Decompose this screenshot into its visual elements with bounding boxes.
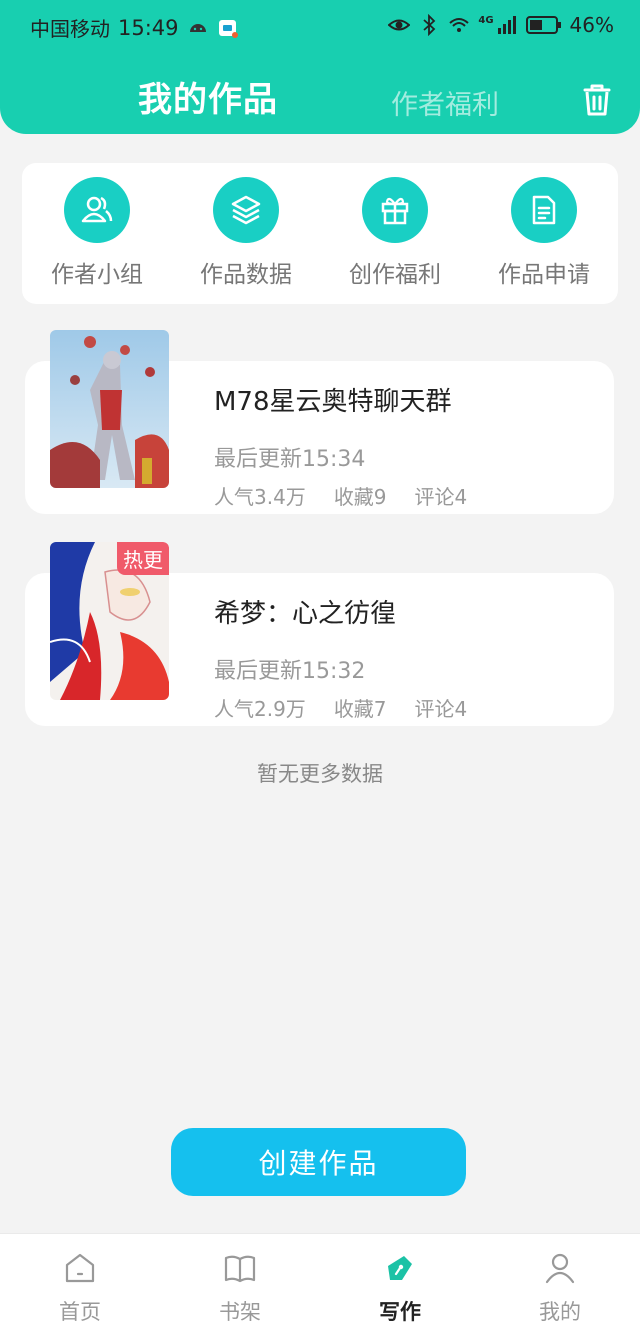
work-popularity: 人气3.4万 xyxy=(214,485,306,509)
work-comments: 评论4 xyxy=(414,697,468,721)
work-title: 希梦：心之彷徨 xyxy=(214,599,397,629)
pen-icon xyxy=(388,1256,412,1280)
trash-icon[interactable] xyxy=(580,82,614,118)
eye-icon xyxy=(388,19,411,31)
signal-icon xyxy=(497,16,516,34)
android-icon xyxy=(189,23,206,32)
quick-action-works-data[interactable]: 作品数据 xyxy=(176,177,316,289)
carrier-label: 中国移动 xyxy=(30,17,110,41)
nav-label: 首页 xyxy=(59,1300,101,1324)
nav-item-writing[interactable]: 写作 xyxy=(320,1250,480,1326)
quick-actions-panel: 作者小组 作品数据 创作福利 作品申请 xyxy=(22,163,618,304)
quick-action-label: 作品申请 xyxy=(498,262,590,288)
quick-action-label: 作品数据 xyxy=(200,262,292,288)
quick-action-works-application[interactable]: 作品申请 xyxy=(474,177,614,289)
nav-item-bookshelf[interactable]: 书架 xyxy=(160,1250,320,1326)
quick-action-label: 创作福利 xyxy=(349,262,441,288)
home-icon xyxy=(65,1253,95,1283)
bluetooth-icon xyxy=(423,14,436,36)
user-icon xyxy=(545,1253,575,1284)
book-icon xyxy=(224,1255,256,1283)
hot-update-badge: 热更 xyxy=(117,542,169,575)
nav-item-profile[interactable]: 我的 xyxy=(480,1250,640,1326)
battery-icon xyxy=(525,16,561,34)
layers-icon xyxy=(231,195,261,225)
users-icon xyxy=(81,196,113,223)
gift-icon xyxy=(381,197,409,225)
no-more-data-label: 暂无更多数据 xyxy=(257,762,383,786)
work-favorites: 收藏7 xyxy=(333,697,387,721)
work-comments: 评论4 xyxy=(414,485,468,509)
quick-action-author-group[interactable]: 作者小组 xyxy=(27,177,167,289)
bottom-nav: 首页 书架 写作 我的 xyxy=(0,1233,640,1331)
work-last-updated: 最后更新15:34 xyxy=(214,447,366,472)
wifi-icon xyxy=(449,18,470,32)
battery-percent: 46% xyxy=(569,13,614,37)
work-title: M78星云奥特聊天群 xyxy=(214,387,452,417)
tab-author-welfare[interactable]: 作者福利 xyxy=(391,83,499,122)
work-cover-image[interactable]: 热更 xyxy=(50,542,169,700)
create-work-button[interactable]: 创建作品 xyxy=(171,1128,466,1196)
status-time: 15:49 xyxy=(118,15,179,40)
page-title[interactable]: 我的作品 xyxy=(138,72,278,121)
nav-label: 写作 xyxy=(379,1300,421,1324)
nav-label: 书架 xyxy=(219,1300,261,1324)
app-notification-icon xyxy=(218,19,238,38)
nav-item-home[interactable]: 首页 xyxy=(0,1250,160,1326)
work-popularity: 人气2.9万 xyxy=(214,697,306,721)
quick-action-label: 作者小组 xyxy=(51,262,143,288)
network-label: 4G xyxy=(478,14,494,26)
nav-label: 我的 xyxy=(539,1300,581,1324)
work-favorites: 收藏9 xyxy=(333,485,387,509)
quick-action-creation-welfare[interactable]: 创作福利 xyxy=(325,177,465,289)
status-bar: 中国移动 15:49 4G 46% xyxy=(0,0,640,52)
header: 中国移动 15:49 4G 46% 我的作品 作者福利 xyxy=(0,0,640,134)
document-icon xyxy=(532,195,556,225)
work-cover-image[interactable] xyxy=(50,330,169,488)
work-last-updated: 最后更新15:32 xyxy=(214,659,366,684)
